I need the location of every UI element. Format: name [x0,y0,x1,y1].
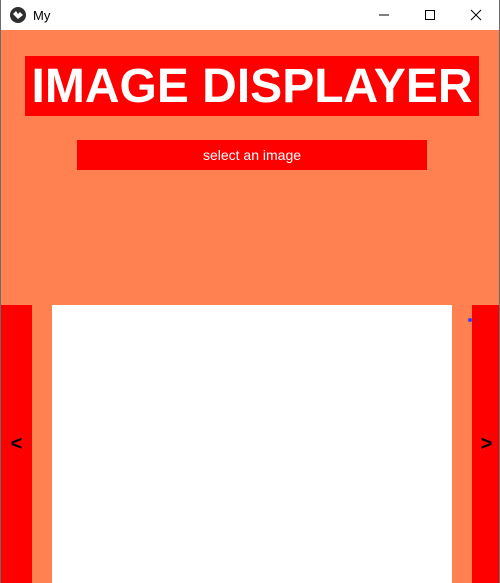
app-icon [10,7,26,23]
close-icon [470,9,482,21]
select-image-button[interactable]: select an image [77,140,427,170]
previous-label: < [10,432,23,455]
app-window: My IMAGE DISPLAYER select an image < > [0,0,500,583]
maximize-button[interactable] [407,0,453,30]
window-title: My [33,7,51,23]
app-header: IMAGE DISPLAYER [25,56,479,116]
next-label: > [480,432,493,455]
mouse-cursor-dot [468,318,472,322]
minimize-button[interactable] [361,0,407,30]
window-controls [361,0,499,30]
title-bar[interactable]: My [1,0,499,30]
previous-image-button[interactable]: < [1,305,32,583]
minimize-icon [379,14,389,16]
image-display-area [52,305,452,583]
app-logo-glyph [13,11,23,19]
close-button[interactable] [453,0,499,30]
maximize-icon [425,10,435,20]
next-image-button[interactable]: > [472,305,499,583]
